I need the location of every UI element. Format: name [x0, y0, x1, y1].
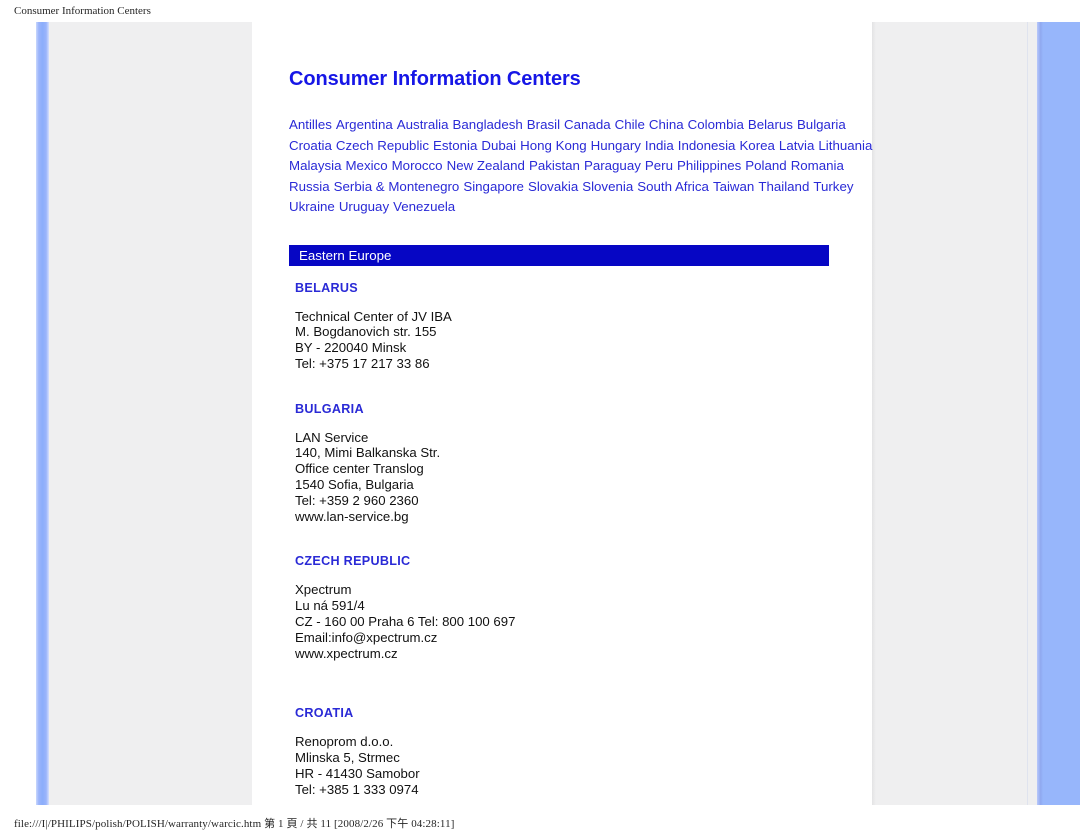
country-link[interactable]: Russia [289, 179, 330, 194]
country-link[interactable]: India [645, 138, 674, 153]
country-link[interactable]: Poland [745, 158, 786, 173]
region-header-eastern-europe: Eastern Europe [289, 244, 829, 266]
country-link[interactable]: Lithuania [818, 138, 872, 153]
address-line: Mlinska 5, Strmec [295, 750, 400, 766]
country-link[interactable]: Serbia & Montenegro [334, 179, 460, 194]
address-line: Office center Translog [295, 461, 424, 477]
country-heading: BULGARIA [295, 401, 364, 416]
right-blue-band-edge [1037, 22, 1043, 805]
country-link[interactable]: South Africa [637, 179, 709, 194]
country-link[interactable]: Czech Republic [336, 138, 429, 153]
country-link[interactable]: Taiwan [713, 179, 754, 194]
address-line: M. Bogdanovich str. 155 [295, 324, 437, 340]
content-column: Consumer Information Centers Antilles Ar… [289, 22, 872, 798]
country-link[interactable]: Venezuela [393, 199, 455, 214]
country-link[interactable]: Singapore [463, 179, 524, 194]
country-link[interactable]: Pakistan [529, 158, 580, 173]
page-title: Consumer Information Centers [289, 68, 581, 90]
address-line: Renoprom d.o.o. [295, 734, 394, 750]
country-address: LAN Service 140, Mimi Balkanska Str. Offic… [289, 416, 849, 525]
country-link[interactable]: New Zealand [447, 158, 525, 173]
country-link[interactable]: Slovenia [582, 179, 633, 194]
country-link[interactable]: Colombia [688, 117, 744, 132]
print-preview-footer: file:///I|/PHILIPS/polish/POLISH/warrant… [14, 818, 455, 830]
country-link[interactable]: Hong Kong [520, 138, 587, 153]
country-link[interactable]: Dubai [481, 138, 516, 153]
country-link[interactable]: Ukraine [289, 199, 335, 214]
address-line: Xpectrum [295, 582, 352, 598]
country-link[interactable]: Malaysia [289, 158, 341, 173]
country-heading: CZECH REPUBLIC [295, 554, 411, 569]
country-link[interactable]: Canada [564, 117, 611, 132]
address-line: Tel: +359 2 960 2360 [295, 492, 419, 508]
address-line: Lu ná 591/4 [295, 598, 365, 614]
left-blue-rail [36, 22, 49, 805]
country-link[interactable]: China [649, 117, 684, 132]
country-entry-list: BELARUS Technical Center of JV IBA M. Bogd… [289, 266, 849, 798]
address-line: Tel: +385 1 333 0974 [295, 781, 419, 797]
country-link[interactable]: Philippines [677, 158, 741, 173]
country-link-list: Antilles Argentina Australia Bangladesh … [289, 91, 877, 218]
address-line: 140, Mimi Balkanska Str. [295, 445, 441, 461]
country-link[interactable]: Argentina [336, 117, 393, 132]
country-link[interactable]: Peru [645, 158, 673, 173]
country-address: Renoprom d.o.o. Mlinska 5, Strmec HR - 414… [289, 720, 849, 797]
address-line: LAN Service [295, 429, 369, 445]
country-link[interactable]: Belarus [748, 117, 793, 132]
country-link[interactable]: Uruguay [339, 199, 389, 214]
country-heading: BELARUS [295, 280, 358, 295]
country-address: Technical Center of JV IBA M. Bogdanovich… [289, 295, 849, 372]
country-link[interactable]: Morocco [392, 158, 443, 173]
address-line: BY - 220040 Minsk [295, 340, 407, 356]
print-preview-header: Consumer Information Centers [14, 5, 151, 17]
country-link[interactable]: Romania [791, 158, 844, 173]
country-link[interactable]: Croatia [289, 138, 332, 153]
address-line: Technical Center of JV IBA [295, 308, 452, 324]
address-line: HR - 41430 Samobor [295, 766, 420, 782]
right-blue-band [1037, 22, 1080, 805]
country-link[interactable]: Paraguay [584, 158, 641, 173]
link-separator [844, 156, 848, 177]
country-link[interactable]: Hungary [591, 138, 641, 153]
country-link[interactable]: Antilles [289, 117, 332, 132]
country-link[interactable]: Bangladesh [453, 117, 523, 132]
address-line: Tel: +375 17 217 33 86 [295, 355, 430, 371]
content-card: Consumer Information Centers Antilles Ar… [252, 22, 876, 805]
country-address: Xpectrum Lu ná 591/4 CZ - 160 00 Praha 6 T… [289, 568, 849, 661]
country-link[interactable]: Turkey [813, 179, 853, 194]
link-separator [854, 177, 858, 198]
country-link[interactable]: Bulgaria [797, 117, 846, 132]
gutter-divider [1027, 22, 1028, 805]
address-line: Email:info@xpectrum.cz [295, 629, 438, 645]
address-line: www.lan-service.bg [295, 508, 409, 524]
address-line: 1540 Sofia, Bulgaria [295, 477, 414, 493]
address-line: CZ - 160 00 Praha 6 Tel: 800 100 697 [295, 614, 516, 630]
country-link[interactable]: Slovakia [528, 179, 578, 194]
address-line: www.xpectrum.cz [295, 645, 398, 661]
country-link[interactable]: Mexico [345, 158, 387, 173]
link-separator [846, 115, 850, 136]
country-link[interactable]: Korea [739, 138, 774, 153]
country-link[interactable]: Chile [615, 117, 645, 132]
link-separator [872, 136, 876, 157]
country-link[interactable]: Australia [397, 117, 449, 132]
country-link[interactable]: Estonia [433, 138, 477, 153]
country-link[interactable]: Indonesia [678, 138, 736, 153]
country-link[interactable]: Latvia [779, 138, 814, 153]
country-link[interactable]: Thailand [758, 179, 809, 194]
printed-page-frame: Consumer Information Centers Antilles Ar… [36, 22, 1080, 805]
link-separator [455, 197, 459, 218]
country-link[interactable]: Brasil [527, 117, 560, 132]
country-heading: CROATIA [295, 706, 354, 721]
